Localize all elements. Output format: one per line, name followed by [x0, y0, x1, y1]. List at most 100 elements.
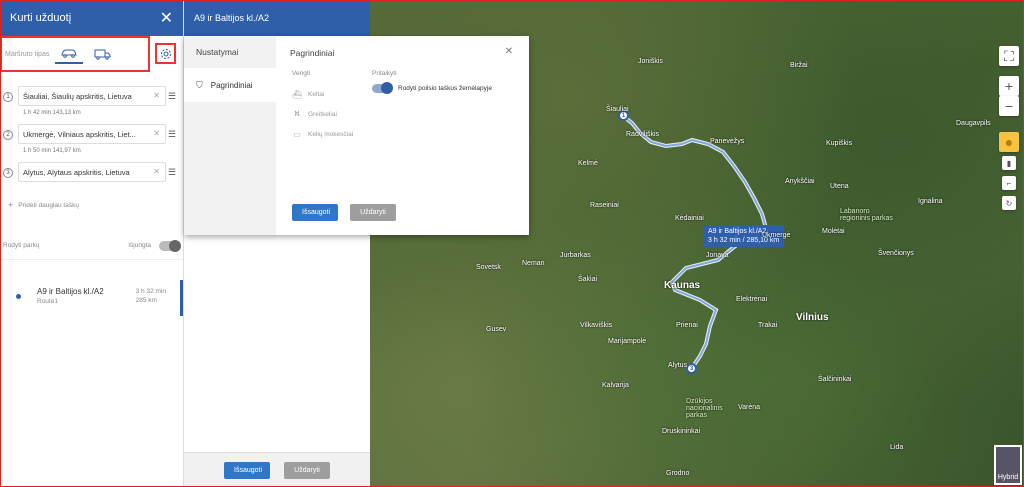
- stop-input-value: Šiauliai, Šiaulių apskritis, Lietuva: [23, 92, 132, 101]
- map-label: Sovetsk: [476, 264, 501, 271]
- map-label: Ignalina: [918, 198, 943, 205]
- map-label: Jurbarkas: [560, 252, 591, 259]
- map-label: Švenčionys: [878, 250, 914, 257]
- settings-save-button[interactable]: Išsaugoti: [292, 204, 338, 221]
- street-view-pegman-icon[interactable]: ●: [999, 132, 1019, 152]
- route-settings-gear-icon[interactable]: [155, 43, 176, 64]
- map-label: Kelmė: [578, 160, 598, 167]
- settings-sidebar-title: Nustatymai: [196, 47, 239, 57]
- map-label: Grodno: [666, 470, 690, 477]
- avoid-option-label: Greitkeliai: [308, 110, 337, 118]
- route-detail-header: A9 ir Baltijos kl./A2: [184, 0, 370, 36]
- stop-input[interactable]: Alytus, Alytaus apskritis, Lietuva ✕: [18, 162, 166, 182]
- refresh-icon[interactable]: ↻: [1002, 196, 1016, 210]
- map-label: Jonava: [706, 252, 729, 259]
- layer-toggle-icon[interactable]: ⌐: [1002, 176, 1016, 190]
- map-label: Prienai: [676, 322, 698, 329]
- rest-points-toggle[interactable]: [372, 82, 393, 94]
- map-label: Kėdainiai: [675, 215, 704, 222]
- map-label: Lida: [890, 444, 904, 451]
- close-icon[interactable]: ✕: [160, 8, 173, 28]
- route-detail-title: A9 ir Baltijos kl./A2: [194, 13, 270, 23]
- map-label: Alytus: [668, 362, 688, 369]
- leg-info: 1 h 50 min 141,97 km: [23, 148, 81, 154]
- settings-actions: Išsaugoti Uždaryti: [292, 204, 396, 221]
- clear-icon[interactable]: ✕: [153, 167, 160, 176]
- map-label: Šalčininkai: [818, 376, 852, 383]
- settings-modal: Nustatymai ⛉ Pagrindiniai Pagrindiniai ✕…: [184, 36, 529, 235]
- route-type-label: Maršruto tipas: [5, 50, 50, 58]
- route-result-name: A9 ir Baltijos kl./A2: [37, 287, 104, 296]
- list-options-icon[interactable]: ☰: [168, 91, 176, 102]
- stop-input[interactable]: Ukmergė, Vilniaus apskritis, Liet... ✕: [18, 124, 166, 144]
- map-label: Elektrėnai: [736, 296, 768, 303]
- map-type-hybrid-button[interactable]: Hybrid: [994, 445, 1022, 485]
- truck-icon[interactable]: [89, 44, 117, 64]
- map-label: Trakai: [758, 322, 778, 329]
- task-panel-header: Kurti užduotį ✕: [0, 0, 183, 36]
- stop-input[interactable]: Šiauliai, Šiaulių apskritis, Lietuva ✕: [18, 86, 166, 106]
- map-label: Šiauliai: [606, 106, 629, 113]
- list-options-icon[interactable]: ☰: [168, 167, 176, 178]
- route-detail-footer: Išsaugoti Uždaryti: [184, 452, 370, 487]
- plus-icon: +: [8, 200, 14, 210]
- map-label: Šakiai: [578, 276, 598, 283]
- map-label: Anykščiai: [785, 178, 815, 185]
- route-result-item[interactable]: A9 ir Baltijos kl./A2 Route1 3 h 32 min …: [0, 280, 183, 316]
- apply-column: Pritaikyti Rodyti poilsio taškus žemėlap…: [372, 70, 492, 94]
- rest-points-label: Rodyti poilsio taškus žemėlapyje: [398, 85, 492, 92]
- route-stop: 3 Alytus, Alytaus apskritis, Lietuva ✕ ☰: [0, 162, 183, 190]
- settings-tab-label: Pagrindiniai: [210, 80, 253, 90]
- map-label: Kupiškis: [826, 140, 853, 147]
- zoom-in-button[interactable]: +: [999, 76, 1019, 96]
- map-label: Panevėžys: [710, 138, 745, 145]
- route-result-distance: 285 km: [135, 297, 157, 304]
- car-icon[interactable]: [55, 44, 83, 64]
- map-label: Radviliškis: [626, 131, 660, 138]
- avoid-tolls-option[interactable]: ▭ Kelių mokesčiai: [292, 124, 353, 144]
- ferry-icon: ⛴: [292, 89, 303, 99]
- clear-icon[interactable]: ✕: [153, 91, 160, 100]
- map-label: Daugavpils: [956, 120, 991, 127]
- parks-toggle[interactable]: [159, 239, 181, 252]
- route-type-selector: Maršruto tipas: [0, 36, 150, 72]
- map-label: Neman: [522, 260, 545, 267]
- apply-heading: Pritaikyti: [372, 70, 397, 77]
- stop-number: 1: [3, 92, 13, 102]
- settings-content: Pagrindiniai ✕ Vengti ⛴ Keltai ⛕ Greitke…: [276, 36, 529, 235]
- avoid-ferries-option[interactable]: ⛴ Keltai: [292, 84, 353, 104]
- map-label: Druskininkai: [662, 428, 701, 435]
- settings-title: Pagrindiniai: [290, 48, 335, 58]
- avoid-highways-option[interactable]: ⛕ Greitkeliai: [292, 104, 353, 124]
- toll-icon: ▭: [293, 129, 301, 139]
- highway-icon: ⛕: [294, 109, 300, 118]
- fullscreen-button[interactable]: ⛶: [999, 46, 1019, 66]
- task-panel-title: Kurti užduotį: [10, 12, 72, 24]
- settings-sidebar: Nustatymai ⛉ Pagrindiniai: [184, 36, 276, 235]
- leg-info: 1 h 42 min 143,13 km: [23, 110, 81, 116]
- add-stops-button[interactable]: + Pridėti daugiau taškų: [0, 190, 183, 220]
- route-stop: 2 Ukmergė, Vilniaus apskritis, Liet... ✕…: [0, 124, 183, 162]
- list-options-icon[interactable]: ☰: [168, 129, 176, 140]
- close-icon[interactable]: ✕: [505, 46, 513, 57]
- avoid-column: Vengti ⛴ Keltai ⛕ Greitkeliai ▭ Kelių mo…: [292, 70, 353, 144]
- map-label: Utena: [830, 183, 849, 190]
- zoom-out-button[interactable]: −: [999, 96, 1019, 116]
- stop-input-value: Alytus, Alytaus apskritis, Lietuva: [23, 168, 130, 177]
- route-marker-3[interactable]: 3: [686, 363, 697, 374]
- rest-points-option: Rodyti poilsio taškus žemėlapyje: [372, 82, 492, 94]
- close-button[interactable]: Uždaryti: [284, 461, 330, 479]
- settings-tab-general[interactable]: ⛉ Pagrindiniai: [184, 68, 276, 102]
- map-label: Ukmergė: [762, 232, 791, 239]
- route-pin-icon: ⛉: [196, 79, 203, 90]
- map-label: Labanoro regioninis parkas: [840, 208, 893, 222]
- settings-close-button[interactable]: Uždaryti: [350, 204, 396, 221]
- save-button[interactable]: Išsaugoti: [224, 461, 270, 479]
- clear-icon[interactable]: ✕: [153, 129, 160, 138]
- map-label: Kalvarija: [602, 382, 629, 389]
- ruler-icon[interactable]: ▮: [1002, 156, 1016, 170]
- route-stop: 1 Šiauliai, Šiaulių apskritis, Lietuva ✕…: [0, 86, 183, 124]
- map-label: Molėtai: [822, 228, 845, 235]
- add-stops-label: Pridėti daugiau taškų: [18, 201, 79, 209]
- map-label: Vilkaviškis: [580, 322, 613, 329]
